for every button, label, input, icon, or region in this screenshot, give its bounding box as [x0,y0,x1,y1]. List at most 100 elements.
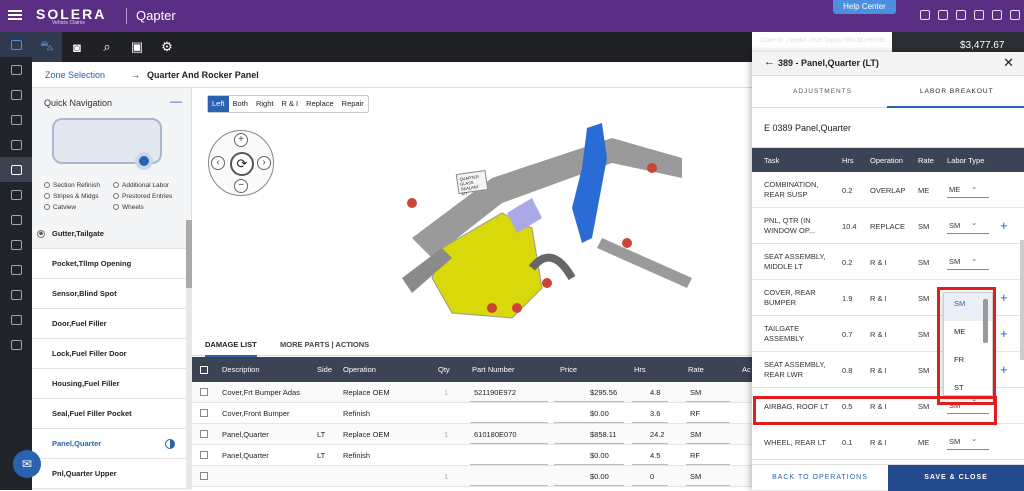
tab-more-parts[interactable]: MORE PARTS | ACTIONS [280,340,369,349]
hotspot[interactable] [407,198,417,208]
rail-toggle[interactable] [0,257,32,282]
hotspot[interactable] [622,238,632,248]
legend-item[interactable]: Section Refinish [44,180,112,190]
print-icon[interactable] [974,10,984,20]
part-number-field[interactable] [470,409,548,423]
help-center-button[interactable]: Help Center [833,0,896,14]
seg-right[interactable]: Right [252,96,278,112]
seg-both[interactable]: Both [229,96,252,112]
col-operation[interactable]: Operation [343,365,376,374]
part-item-selected[interactable]: Panel,Quarter [32,429,187,459]
row-checkbox[interactable] [200,409,208,417]
price-field[interactable] [554,409,624,423]
hotspot[interactable] [512,303,522,313]
panel-scrollbar[interactable] [1020,240,1024,360]
rail-gallery[interactable] [0,207,32,232]
col-side[interactable]: Side [317,365,332,374]
tab-labor-breakout[interactable]: LABOR BREAKOUT [920,88,994,95]
parts-diagram-canvas[interactable]: Left Both Right R & I Replace Repair + ‹… [192,88,752,330]
row-checkbox[interactable] [200,472,208,480]
add-labor-icon[interactable]: + [1000,290,1008,305]
pillar-part[interactable] [572,123,607,243]
rail-minus[interactable] [0,232,32,257]
legend-item[interactable]: Stripes & Midgs [44,191,112,201]
part-item[interactable]: Pnl,Quarter Upper [32,459,187,489]
hotspot[interactable] [487,303,497,313]
rail-document[interactable] [0,82,32,107]
part-item[interactable]: Lock,Fuel Filler Door [32,339,187,369]
message-icon[interactable] [956,10,966,20]
table-row[interactable]: Panel,Quarter LT Refinish $0.00 4.5 RF [192,445,752,466]
collapse-icon[interactable]: — [170,94,182,108]
zoom-in-icon[interactable]: + [234,133,248,147]
breadcrumb-zone-selection[interactable]: Zone Selection [45,70,105,80]
labor-type-select[interactable]: SM ⌄ [947,254,989,270]
clipboard-icon[interactable]: ▣ [122,32,152,62]
quarter-glass-sealant-kit-label[interactable]: QUARTER GLASS SEALANT KIT [455,170,489,197]
rail-user[interactable] [0,32,32,57]
notes-icon[interactable] [992,10,1002,20]
labor-type-select[interactable]: SM ⌄ [947,434,989,450]
hotspot[interactable] [542,278,552,288]
seg-ri[interactable]: R & I [277,96,302,112]
rail-estimate[interactable] [0,182,32,207]
legend-item[interactable]: Prestored Entries [113,191,181,201]
add-labor-icon[interactable]: + [1000,362,1008,377]
rail-report[interactable] [0,332,32,357]
table-row[interactable]: 1 $0.00 0 SM [192,466,752,487]
tab-damage-list[interactable]: DAMAGE LIST [205,340,257,357]
part-item[interactable]: Door,Fuel Filler [32,309,187,339]
labor-row[interactable]: WHEEL, REAR LT 0.1 R & I ME SM ⌄ [752,424,1024,460]
hotspot[interactable] [647,163,657,173]
add-labor-icon[interactable]: + [1000,326,1008,341]
legend-item[interactable]: Wheels [113,202,181,212]
grid-icon[interactable] [938,10,948,20]
price-field[interactable] [554,451,624,465]
search-icon[interactable]: ⌕ [92,32,122,62]
part-number-field[interactable] [470,472,548,486]
part-item[interactable]: ⊕ Gutter,Tailgate [32,219,187,249]
seg-left[interactable]: Left [208,96,229,112]
selected-zone-marker[interactable] [139,156,149,166]
table-row[interactable]: Cover,Front Bumper Refinish $0.00 3.6 RF [192,403,752,424]
row-checkbox[interactable] [200,430,208,438]
rotate-right-icon[interactable]: › [257,156,271,170]
add-labor-icon[interactable]: + [1000,218,1008,233]
col-price[interactable]: Price [560,365,577,374]
col-hrs[interactable]: Hrs [634,365,646,374]
col-action[interactable]: Ac [742,365,751,374]
zoom-out-icon[interactable]: − [234,179,248,193]
chat-icon[interactable]: ✉ [13,450,41,478]
reset-view-icon[interactable]: ⟳ [230,152,254,176]
col-qty[interactable]: Qty [438,365,450,374]
menu-icon[interactable] [8,8,22,22]
row-checkbox[interactable] [200,388,208,396]
rail-list[interactable] [0,307,32,332]
part-number-field[interactable] [470,451,548,465]
labor-type-select[interactable]: SM ⌄ [947,218,989,234]
power-icon[interactable] [1010,10,1020,20]
tab-adjustments[interactable]: ADJUSTMENTS [793,88,852,95]
rocker-part[interactable] [597,238,692,288]
rail-home[interactable] [0,57,32,82]
rotate-left-icon[interactable]: ‹ [211,156,225,170]
col-rate[interactable]: Rate [688,365,704,374]
select-all-checkbox[interactable] [200,366,208,374]
labor-type-select[interactable]: ME ⌄ [947,182,989,198]
part-item[interactable]: Pocket,Tllmp Opening [32,249,187,279]
close-icon[interactable]: ✕ [1003,55,1014,71]
price-field[interactable] [554,472,624,486]
rail-comment[interactable] [0,282,32,307]
col-description[interactable]: Description [222,365,260,374]
save-close-button[interactable]: SAVE & CLOSE [888,465,1024,491]
rail-barcode[interactable] [0,107,32,132]
roof-rail-part[interactable] [412,138,682,258]
legend-item[interactable]: Catview [44,202,112,212]
gear-icon[interactable]: ⚙ [152,32,182,62]
rail-tools[interactable] [0,157,32,182]
car-icon[interactable]: ⛍ [32,32,62,62]
table-row[interactable]: Cover,Frt Bumper Adas Replace OEM 1 521190E… [192,382,752,403]
rail-target[interactable] [0,132,32,157]
row-checkbox[interactable] [200,451,208,459]
part-item[interactable]: Sensor,Blind Spot [32,279,187,309]
